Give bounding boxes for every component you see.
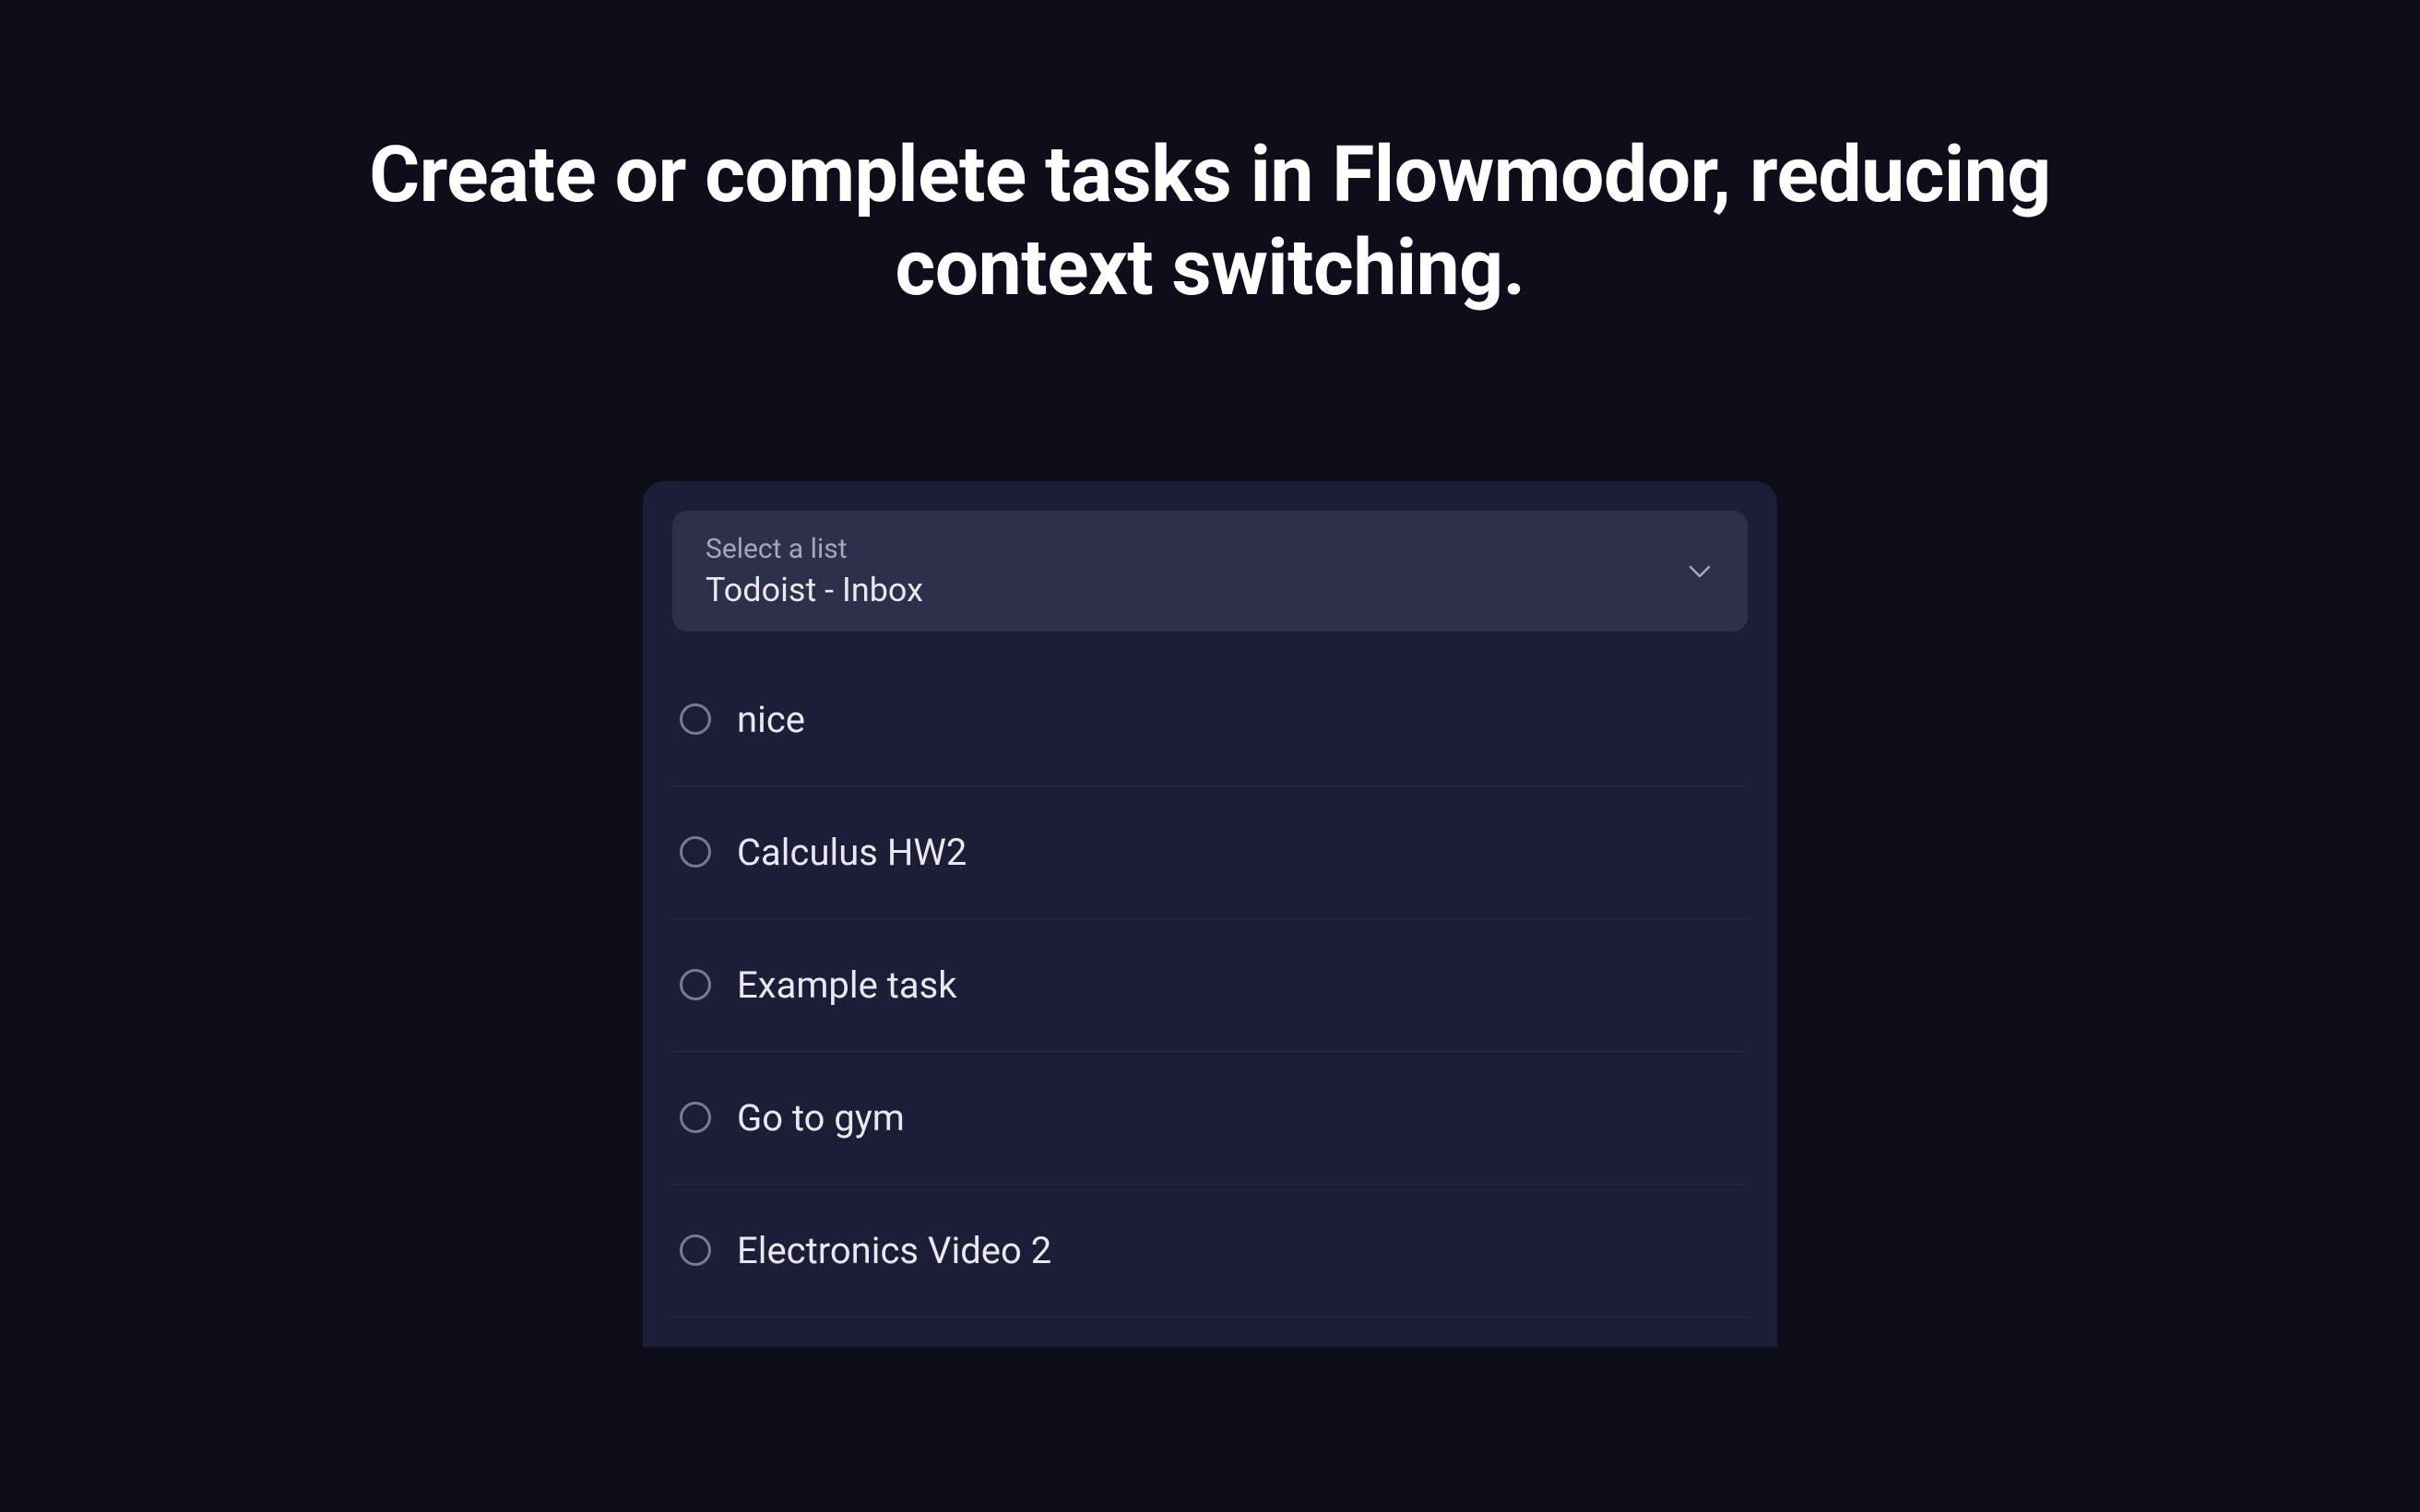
task-checkbox[interactable] bbox=[680, 1234, 711, 1266]
task-item[interactable]: Example task bbox=[672, 919, 1748, 1052]
list-selector[interactable]: Select a list Todoist - Inbox bbox=[672, 511, 1748, 632]
page-heading: Create or complete tasks in Flowmodor, r… bbox=[288, 129, 2132, 315]
list-selector-text: Select a list Todoist - Inbox bbox=[706, 533, 923, 609]
task-label: Calculus HW2 bbox=[737, 831, 967, 874]
task-checkbox[interactable] bbox=[680, 1102, 711, 1133]
task-item[interactable]: nice bbox=[672, 654, 1748, 786]
task-list: nice Calculus HW2 Example task Go to gym… bbox=[672, 654, 1748, 1317]
task-label: Go to gym bbox=[737, 1096, 905, 1140]
task-panel: Select a list Todoist - Inbox nice Calcu… bbox=[643, 481, 1777, 1347]
list-selector-value: Todoist - Inbox bbox=[706, 571, 923, 609]
task-checkbox[interactable] bbox=[680, 703, 711, 735]
task-item[interactable]: Calculus HW2 bbox=[672, 786, 1748, 919]
task-label: Example task bbox=[737, 963, 957, 1007]
task-item[interactable]: Electronics Video 2 bbox=[672, 1185, 1748, 1317]
task-checkbox[interactable] bbox=[680, 836, 711, 868]
task-checkbox[interactable] bbox=[680, 969, 711, 1000]
task-label: Electronics Video 2 bbox=[737, 1229, 1051, 1272]
task-label: nice bbox=[737, 698, 805, 741]
list-selector-label: Select a list bbox=[706, 533, 923, 565]
chevron-down-icon bbox=[1685, 556, 1714, 585]
task-item[interactable]: Go to gym bbox=[672, 1052, 1748, 1185]
